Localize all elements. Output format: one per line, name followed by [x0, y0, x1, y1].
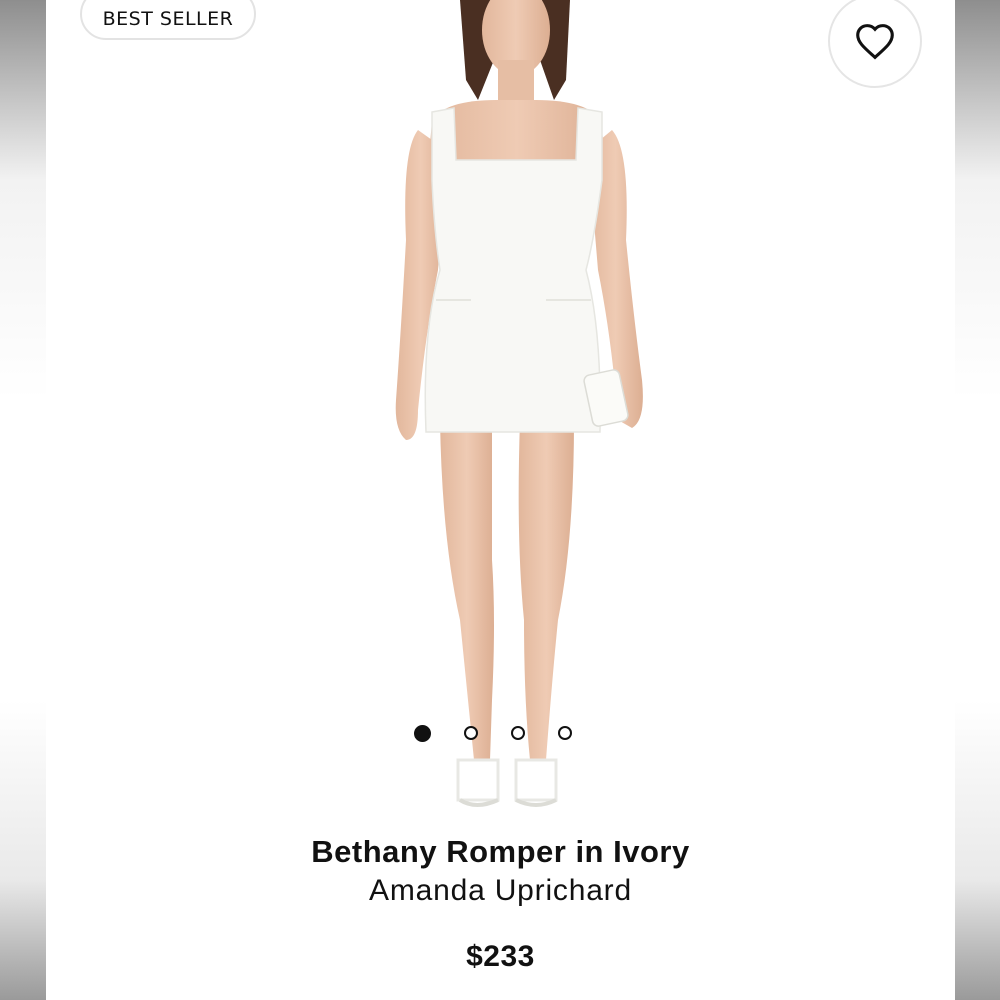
heart-icon	[856, 24, 894, 60]
carousel-dot-3[interactable]	[511, 726, 525, 740]
best-seller-label: BEST SELLER	[102, 8, 234, 30]
product-brand[interactable]: Amanda Uprichard	[46, 874, 955, 908]
product-card: BEST SELLER Bethany Romper in Ivory Aman…	[46, 0, 955, 1000]
product-title[interactable]: Bethany Romper in Ivory	[46, 834, 955, 870]
carousel-indicators	[414, 725, 572, 742]
product-image[interactable]	[46, 0, 955, 820]
best-seller-badge: BEST SELLER	[80, 0, 256, 40]
carousel-dot-4[interactable]	[558, 726, 572, 740]
carousel-dot-2[interactable]	[464, 726, 478, 740]
carousel-dot-1[interactable]	[414, 725, 431, 742]
product-price: $233	[466, 940, 535, 973]
